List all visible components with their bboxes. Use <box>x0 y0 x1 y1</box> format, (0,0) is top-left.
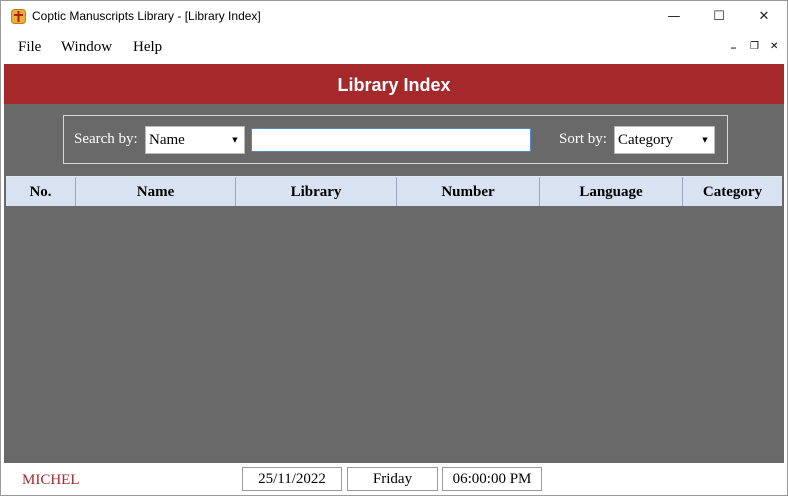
sort-by-label: Sort by: <box>559 131 607 147</box>
sort-by-dropdown[interactable]: Category ▼ <box>614 126 715 154</box>
table-header-row: No. Name Library Number Language Categor… <box>6 176 782 207</box>
column-header-name[interactable]: Name <box>76 177 236 207</box>
status-date: 25/11/2022 <box>242 467 342 491</box>
search-by-dropdown[interactable]: Name ▼ <box>145 126 245 154</box>
column-header-category[interactable]: Category <box>683 177 782 207</box>
maximize-icon: ☐ <box>713 9 725 24</box>
minimize-icon: — <box>667 9 681 24</box>
search-input[interactable] <box>251 128 531 152</box>
search-by-value: Name <box>149 132 185 148</box>
close-icon: ✕ <box>758 9 770 24</box>
app-window: Coptic Manuscripts Library - [Library In… <box>0 0 788 496</box>
status-bar: MICHEL 25/11/2022 Friday 06:00:00 PM <box>1 463 787 495</box>
library-index-panel: Search by: Name ▼ Sort by: Category ▼ No… <box>4 104 784 463</box>
column-header-library[interactable]: Library <box>236 177 397 207</box>
minimize-window-button[interactable]: — <box>651 1 697 33</box>
title-bar[interactable]: Coptic Manuscripts Library - [Library In… <box>1 1 787 33</box>
window-title: Coptic Manuscripts Library - [Library In… <box>32 9 261 23</box>
column-header-number[interactable]: Number <box>397 177 540 207</box>
page-title-banner: Library Index <box>4 64 784 104</box>
chevron-down-icon: ▼ <box>702 136 708 144</box>
chevron-down-icon: ▼ <box>232 136 238 144</box>
mdi-restore-icon[interactable]: ❐ <box>750 41 759 52</box>
status-user: MICHEL <box>22 472 80 488</box>
page-title: Library Index <box>337 75 451 95</box>
menu-help[interactable]: Help <box>133 39 162 56</box>
menu-window[interactable]: Window <box>61 39 112 56</box>
column-header-no[interactable]: No. <box>6 177 76 207</box>
menu-bar: File Window Help _ ❐ ✕ <box>1 33 787 63</box>
menu-file[interactable]: File <box>18 39 41 56</box>
status-time: 06:00:00 PM <box>442 467 542 491</box>
table-body[interactable] <box>6 206 782 463</box>
maximize-window-button[interactable]: ☐ <box>696 1 742 33</box>
search-by-label: Search by: <box>74 131 138 147</box>
mdi-close-icon[interactable]: ✕ <box>770 41 778 52</box>
mdi-minimize-icon[interactable]: _ <box>731 38 736 49</box>
search-panel: Search by: Name ▼ Sort by: Category ▼ <box>63 115 728 164</box>
status-day: Friday <box>347 467 438 491</box>
app-logo-icon <box>11 9 26 24</box>
close-window-button[interactable]: ✕ <box>741 1 787 33</box>
sort-by-value: Category <box>618 132 673 148</box>
column-header-language[interactable]: Language <box>540 177 683 207</box>
